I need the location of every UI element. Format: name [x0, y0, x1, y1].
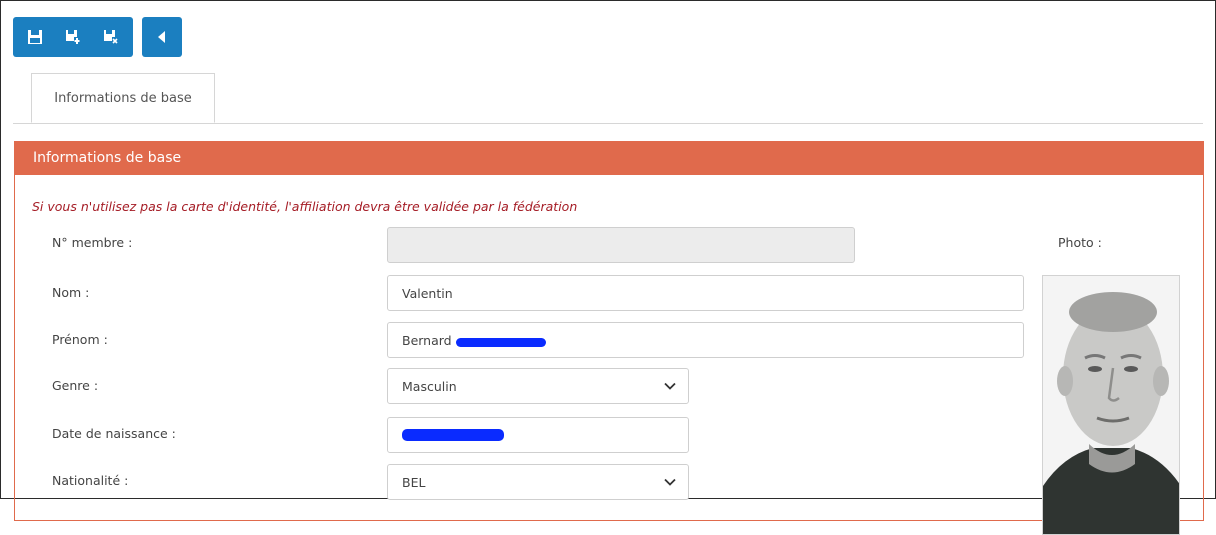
save-icon [28, 30, 42, 44]
panel-title: Informations de base [33, 150, 182, 166]
basic-info-panel: Informations de base Si vous n'utilisez … [14, 141, 1204, 535]
prenom-label: Prénom : [52, 332, 108, 347]
tab-informations-de-base[interactable]: Informations de base [31, 73, 215, 123]
tab-bar: Informations de base [13, 73, 1203, 124]
date-naissance-label: Date de naissance : [52, 426, 176, 441]
nom-label: Nom : [52, 285, 90, 300]
chevron-down-icon [664, 382, 676, 390]
member-photo[interactable] [1042, 275, 1180, 535]
photo-label: Photo : [1058, 235, 1102, 250]
nationalite-label: Nationalité : [52, 473, 129, 488]
member-number-label: N° membre : [52, 235, 133, 250]
nationalite-select[interactable]: BEL [387, 464, 689, 500]
portrait-image [1043, 276, 1179, 534]
save-button[interactable] [17, 17, 53, 57]
back-icon [158, 31, 165, 43]
save-and-close-button[interactable] [93, 17, 129, 57]
identity-card-notice: Si vous n'utilisez pas la carte d'identi… [32, 199, 578, 214]
save-button-group [13, 17, 133, 57]
save-and-new-button[interactable] [55, 17, 91, 57]
member-number-field [387, 227, 855, 263]
chevron-down-icon [664, 478, 676, 486]
redaction-mark [402, 429, 504, 441]
nom-input[interactable]: Valentin [387, 275, 1024, 311]
panel-header: Informations de base [15, 141, 1203, 175]
save-close-icon [104, 30, 118, 44]
genre-label: Genre : [52, 378, 99, 393]
genre-select[interactable]: Masculin [387, 368, 689, 404]
back-button[interactable] [144, 17, 180, 57]
back-button-group [142, 17, 182, 57]
redaction-mark [455, 337, 546, 347]
prenom-input[interactable]: Bernard [387, 322, 1024, 358]
tab-label: Informations de base [54, 90, 192, 106]
date-naissance-input[interactable] [387, 417, 689, 453]
save-new-icon [66, 30, 80, 44]
